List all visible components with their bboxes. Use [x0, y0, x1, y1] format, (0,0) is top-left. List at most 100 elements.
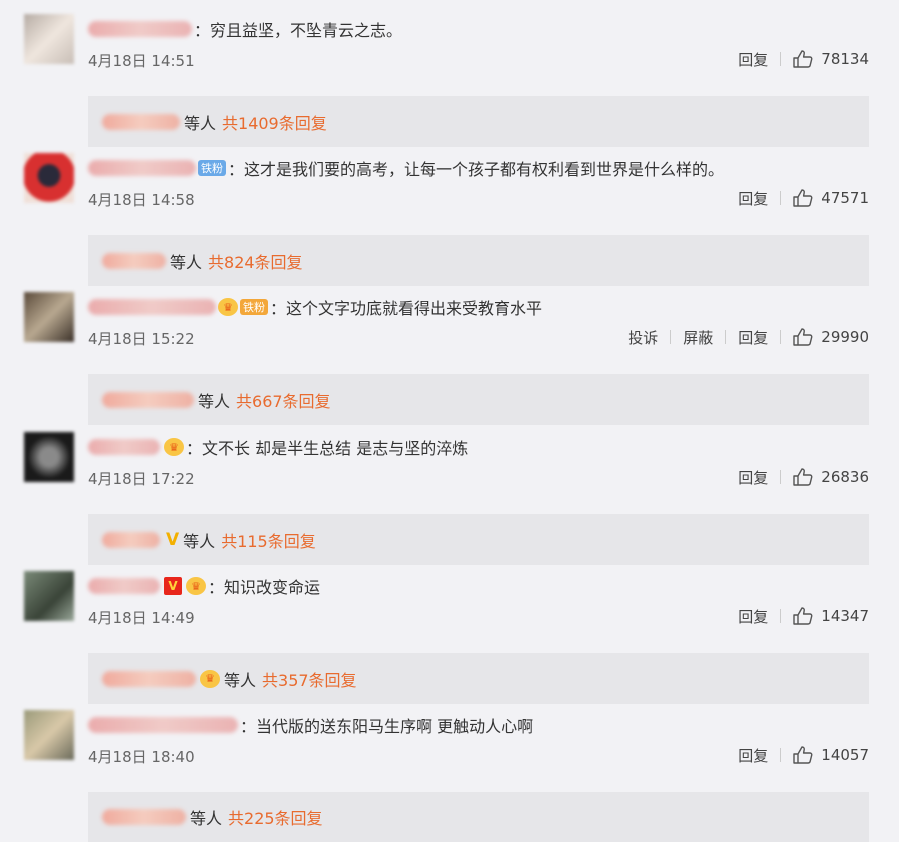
avatar[interactable]: [24, 153, 74, 203]
like-count: 29990: [821, 328, 869, 346]
reply-button[interactable]: 回复: [726, 188, 780, 209]
username[interactable]: [88, 439, 160, 455]
comment-text: 这个文字功底就看得出来受教育水平: [286, 299, 543, 318]
reply-count-link[interactable]: 共115条回复: [221, 528, 316, 552]
reply-summary[interactable]: 等人 共824条回复: [88, 235, 869, 286]
reply-usernames: [102, 531, 160, 548]
username[interactable]: [88, 578, 160, 594]
reply-label: 等人: [184, 113, 217, 133]
username[interactable]: [88, 299, 216, 315]
vip-v-icon: V: [166, 529, 180, 550]
timestamp: 4月18日 14:51: [88, 52, 195, 70]
reply-summary[interactable]: 等人 共667条回复: [88, 374, 869, 425]
like-button[interactable]: 14057: [781, 746, 869, 764]
comment-line: V ♛ ： 知识改变命运: [88, 575, 320, 597]
colon: ：: [228, 160, 245, 179]
like-button[interactable]: 78134: [781, 50, 869, 68]
comment-text: 当代版的送东阳马生序啊 更触动人心啊: [256, 717, 534, 736]
like-button[interactable]: 29990: [781, 328, 869, 346]
comment-meta: 4月18日 14:58 回复 47571: [88, 187, 869, 209]
crown-icon: ♛: [200, 669, 220, 688]
reply-usernames: [102, 670, 196, 687]
reply-usernames: [102, 252, 166, 269]
like-count: 14057: [821, 746, 869, 764]
crown-icon: ♛: [164, 438, 184, 456]
timestamp: 4月18日 17:22: [88, 470, 195, 488]
comment-actions: 回复 14057: [726, 744, 869, 766]
username[interactable]: [88, 160, 196, 176]
reply-button[interactable]: 回复: [726, 467, 780, 488]
reply-label: 等人: [183, 531, 216, 551]
comment-line: ： 穷且益坚，不坠青云之志。: [88, 18, 402, 40]
comment-actions: 回复 47571: [726, 187, 869, 209]
thumbs-up-icon: [793, 189, 813, 207]
colon: ：: [186, 439, 203, 458]
thumbs-up-icon: [793, 328, 813, 346]
comment-meta: 4月18日 18:40 回复 14057: [88, 744, 869, 766]
comment-meta: 4月18日 14:49 回复 14347: [88, 605, 869, 627]
comment-line: ♛ ： 文不长 却是半生总结 是志与坚的淬炼: [88, 436, 468, 458]
fan-badge: 铁粉: [240, 299, 268, 315]
avatar[interactable]: [24, 571, 74, 621]
comment-line: 铁粉 ： 这才是我们要的高考，让每一个孩子都有权利看到世界是什么样的。: [88, 157, 724, 179]
like-count: 26836: [821, 468, 869, 486]
comment-text: 穷且益坚，不坠青云之志。: [210, 21, 403, 40]
reply-count-link[interactable]: 共667条回复: [236, 388, 331, 412]
comment-actions: 投诉 屏蔽 回复 29990: [616, 326, 869, 348]
username[interactable]: [88, 21, 192, 37]
reply-button[interactable]: 回复: [726, 606, 780, 627]
comment-line: ♛ 铁粉 ： 这个文字功底就看得出来受教育水平: [88, 296, 542, 318]
reply-summary[interactable]: ♛ 等人 共357条回复: [88, 653, 869, 704]
avatar[interactable]: [24, 710, 74, 760]
comment-actions: 回复 14347: [726, 605, 869, 627]
reply-label: 等人: [224, 670, 257, 690]
comment-text: 这才是我们要的高考，让每一个孩子都有权利看到世界是什么样的。: [244, 160, 725, 179]
timestamp: 4月18日 18:40: [88, 748, 195, 766]
reply-usernames: [102, 113, 180, 130]
colon: ：: [208, 578, 225, 597]
reply-button[interactable]: 回复: [726, 745, 780, 766]
thumbs-up-icon: [793, 746, 813, 764]
like-button[interactable]: 26836: [781, 468, 869, 486]
reply-count-link[interactable]: 共225条回复: [228, 805, 323, 829]
avatar[interactable]: [24, 292, 74, 342]
comment-actions: 回复 26836: [726, 466, 869, 488]
thumbs-up-icon: [793, 607, 813, 625]
crown-icon: ♛: [186, 577, 206, 595]
reply-label: 等人: [190, 809, 223, 828]
vip-v-icon: V: [164, 577, 182, 595]
comment-text: 知识改变命运: [224, 578, 321, 597]
avatar[interactable]: [24, 432, 74, 482]
thumbs-up-icon: [793, 50, 813, 68]
comment-text: 文不长 却是半生总结 是志与坚的淬炼: [202, 439, 469, 458]
reply-summary[interactable]: 等人 共225条回复: [88, 792, 869, 842]
reply-count-link[interactable]: 共1409条回复: [222, 110, 327, 134]
reply-button[interactable]: 回复: [726, 327, 780, 348]
like-button[interactable]: 47571: [781, 189, 869, 207]
report-button[interactable]: 投诉: [616, 327, 670, 348]
like-button[interactable]: 14347: [781, 607, 869, 625]
like-count: 14347: [821, 607, 869, 625]
comment-line: ： 当代版的送东阳马生序啊 更触动人心啊: [88, 714, 533, 736]
reply-button[interactable]: 回复: [726, 49, 780, 70]
thumbs-up-icon: [793, 468, 813, 486]
timestamp: 4月18日 15:22: [88, 330, 195, 348]
colon: ：: [194, 21, 211, 40]
reply-usernames: [102, 391, 194, 408]
reply-usernames: [102, 809, 186, 825]
username[interactable]: [88, 717, 238, 733]
reply-summary[interactable]: V 等人 共115条回复: [88, 514, 869, 565]
avatar[interactable]: [24, 14, 74, 64]
reply-label: 等人: [198, 391, 231, 411]
timestamp: 4月18日 14:49: [88, 609, 195, 627]
reply-label: 等人: [170, 252, 203, 272]
comment-meta: 4月18日 15:22 投诉 屏蔽 回复 29990: [88, 326, 869, 348]
crown-icon: ♛: [218, 298, 238, 316]
comment-meta: 4月18日 17:22 回复 26836: [88, 466, 869, 488]
block-button[interactable]: 屏蔽: [671, 327, 725, 348]
reply-count-link[interactable]: 共824条回复: [208, 249, 303, 273]
timestamp: 4月18日 14:58: [88, 191, 195, 209]
reply-summary[interactable]: 等人 共1409条回复: [88, 96, 869, 147]
colon: ：: [270, 299, 287, 318]
reply-count-link[interactable]: 共357条回复: [262, 667, 357, 691]
